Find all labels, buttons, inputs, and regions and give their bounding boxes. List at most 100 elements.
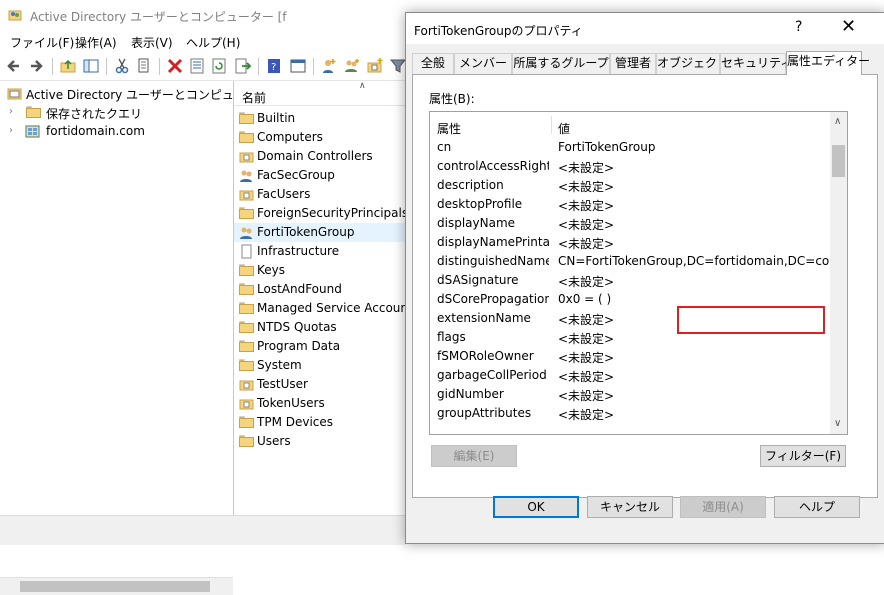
ad-users-icon xyxy=(7,88,22,100)
column-header-attribute[interactable]: 属性 xyxy=(437,120,461,137)
attribute-row[interactable]: groupAttributes <未設定> xyxy=(430,404,830,423)
properties-icon[interactable] xyxy=(188,57,206,75)
attribute-row[interactable]: controlAccessRights <未設定> xyxy=(430,157,830,176)
new-user-icon[interactable] xyxy=(320,57,338,75)
list-item[interactable]: TestUser xyxy=(234,375,406,394)
list-item[interactable]: TokenUsers xyxy=(234,394,406,413)
dialog-help-button[interactable]: ? xyxy=(795,19,802,35)
tab-members[interactable]: メンバー xyxy=(454,53,512,74)
column-header-value[interactable]: 値 xyxy=(558,120,570,137)
refresh-icon[interactable] xyxy=(210,57,228,75)
list-item[interactable]: System xyxy=(234,356,406,375)
menu-action[interactable]: 操作(A) xyxy=(75,34,117,51)
list-item[interactable]: Infrastructure xyxy=(234,242,406,261)
tab-member-of[interactable]: 所属するグループ xyxy=(512,53,610,74)
list-item-label: FacUsers xyxy=(257,187,311,201)
tab-attribute-editor[interactable]: 属性エディター xyxy=(786,51,870,75)
edit-button[interactable]: 編集(E) xyxy=(431,445,517,467)
attribute-row[interactable]: gidNumber <未設定> xyxy=(430,385,830,404)
properties-dialog: FortiTokenGroupのプロパティ ? ✕ 全般 メンバー 所属するグル… xyxy=(405,12,884,544)
list-item[interactable]: TPM Devices xyxy=(234,413,406,432)
console-view-icon[interactable] xyxy=(289,57,307,75)
folder-icon xyxy=(239,359,254,371)
attribute-row[interactable]: garbageCollPeriod <未設定> xyxy=(430,366,830,385)
scroll-down-arrow-icon[interactable]: ∨ xyxy=(834,418,841,429)
list-item[interactable]: Program Data xyxy=(234,337,406,356)
attribute-value: <未設定> xyxy=(558,370,615,384)
list-item[interactable]: Users xyxy=(234,432,406,451)
scroll-up-arrow-icon[interactable]: ∧ xyxy=(834,116,841,127)
new-group-icon[interactable] xyxy=(343,57,361,75)
tab-bar: 全般 メンバー 所属するグループ 管理者 オブジェクト セキュリティ 属性エディ… xyxy=(412,51,878,75)
list-item[interactable]: Computers xyxy=(234,128,406,147)
list-item[interactable]: Keys xyxy=(234,261,406,280)
delete-icon[interactable] xyxy=(166,57,184,75)
tree-item-label: fortidomain.com xyxy=(46,124,145,138)
ok-button[interactable]: OK xyxy=(493,496,579,518)
list-item[interactable]: FacSecGroup xyxy=(234,166,406,185)
window-title: Active Directory ユーザーとコンピューター [f xyxy=(30,10,287,24)
list-item[interactable]: Builtin xyxy=(234,109,406,128)
folder-icon xyxy=(239,340,254,352)
folder-icon xyxy=(239,435,254,447)
attribute-value: <未設定> xyxy=(558,218,615,232)
attribute-list-vertical-scrollbar[interactable]: ∧ ∨ xyxy=(830,112,847,434)
expand-chevron-icon[interactable]: › xyxy=(9,106,15,117)
attribute-row[interactable]: description <未設定> xyxy=(430,176,830,195)
forward-arrow-icon[interactable] xyxy=(27,57,45,75)
attribute-value: <未設定> xyxy=(558,199,615,213)
attributes-label: 属性(B): xyxy=(429,92,475,106)
help-button[interactable]: ヘルプ xyxy=(774,496,860,518)
tab-general[interactable]: 全般 xyxy=(412,53,454,74)
ad-users-app-icon xyxy=(8,10,22,21)
attribute-row[interactable]: dSASignature <未設定> xyxy=(430,271,830,290)
svg-text:?: ? xyxy=(271,62,276,73)
list-item[interactable]: ForeignSecurityPrincipals xyxy=(234,204,408,223)
attribute-value: <未設定> xyxy=(558,408,615,422)
dialog-close-button[interactable]: ✕ xyxy=(841,16,856,37)
list-item[interactable]: NTDS Quotas xyxy=(234,318,406,337)
list-item[interactable]: LostAndFound xyxy=(234,280,406,299)
list-column-header-name[interactable]: ∧ 名前 xyxy=(234,81,406,106)
up-folder-icon[interactable] xyxy=(59,57,77,75)
list-item[interactable]: FacUsers xyxy=(234,185,406,204)
cancel-button[interactable]: キャンセル xyxy=(587,496,673,518)
menu-file[interactable]: ファイル(F) xyxy=(10,34,74,51)
tab-managed-by[interactable]: 管理者 xyxy=(610,53,656,74)
scrollbar-thumb[interactable] xyxy=(832,145,845,177)
folder-icon xyxy=(239,131,254,143)
list-header-label: 名前 xyxy=(242,91,267,105)
copy-icon[interactable] xyxy=(135,57,153,75)
tab-object[interactable]: オブジェクト xyxy=(656,53,729,74)
attribute-name: description xyxy=(437,178,504,192)
attribute-row[interactable]: distinguishedName CN=FortiTokenGroup,DC=f… xyxy=(430,252,841,271)
filter-button[interactable]: フィルター(F) xyxy=(760,445,846,467)
export-list-icon[interactable] xyxy=(234,57,252,75)
cut-icon[interactable] xyxy=(113,57,131,75)
tree-horizontal-scrollbar[interactable] xyxy=(0,577,233,595)
expand-chevron-icon[interactable]: › xyxy=(9,125,15,136)
attribute-row[interactable]: displayNamePrinta... <未設定> xyxy=(430,233,830,252)
list-item-label: System xyxy=(257,358,302,372)
list-item-label: Builtin xyxy=(257,111,296,125)
attribute-row[interactable]: desktopProfile <未設定> xyxy=(430,195,830,214)
tab-security[interactable]: セキュリティ xyxy=(720,53,792,74)
ou-folder-icon xyxy=(239,399,254,410)
attribute-row[interactable]: cn FortiTokenGroup xyxy=(430,138,830,157)
list-item[interactable]: Managed Service Accounts xyxy=(234,299,419,318)
back-arrow-icon[interactable] xyxy=(5,57,23,75)
show-tree-icon[interactable] xyxy=(82,57,100,75)
menu-help[interactable]: ヘルプ(H) xyxy=(186,34,240,51)
attribute-name: controlAccessRights xyxy=(437,159,549,173)
attribute-name: cn xyxy=(437,140,452,154)
new-ou-icon[interactable] xyxy=(366,57,384,75)
help-book-icon[interactable]: ? xyxy=(265,57,283,75)
menu-view[interactable]: 表示(V) xyxy=(131,34,173,51)
list-item[interactable]: Domain Controllers xyxy=(234,147,406,166)
ou-folder-icon xyxy=(239,152,254,163)
scrollbar-thumb[interactable] xyxy=(20,581,210,592)
attribute-row[interactable]: displayName <未設定> xyxy=(430,214,830,233)
apply-button[interactable]: 適用(A) xyxy=(680,496,766,518)
attribute-row[interactable]: fSMORoleOwner <未設定> xyxy=(430,347,830,366)
list-item[interactable]: FortiTokenGroup xyxy=(234,223,406,242)
